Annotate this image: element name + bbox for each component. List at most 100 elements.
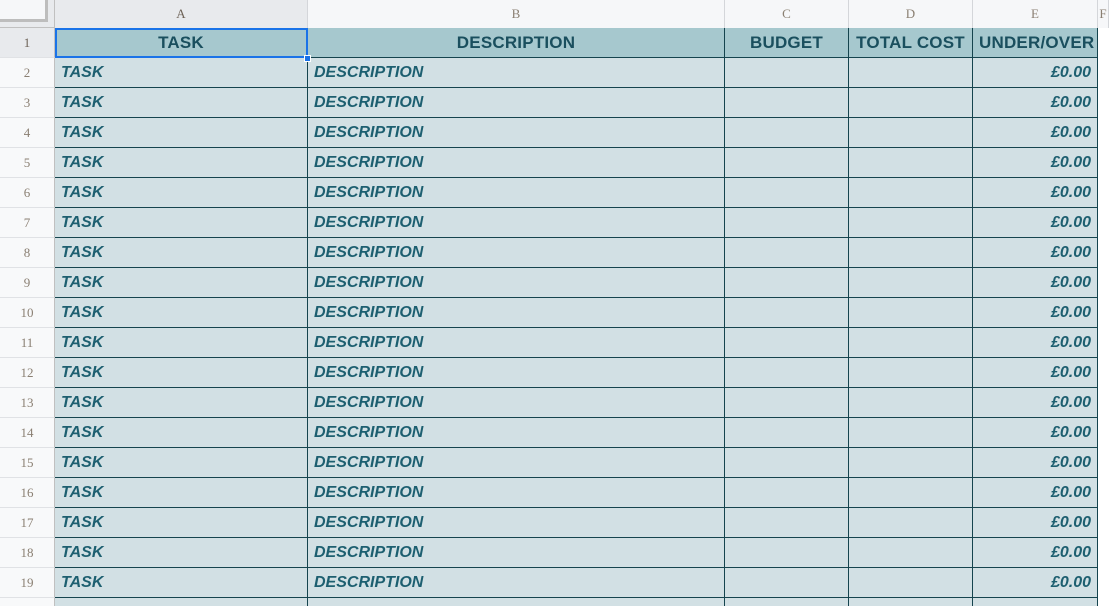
row-header-3[interactable]: 3: [0, 88, 55, 118]
row-header-16[interactable]: 16: [0, 478, 55, 508]
cell-A5[interactable]: TASK: [55, 148, 308, 178]
row-header-9[interactable]: 9: [0, 268, 55, 298]
column-header-b[interactable]: B: [308, 0, 725, 28]
cell-A7[interactable]: TASK: [55, 208, 308, 238]
header-cell-C1[interactable]: BUDGET: [725, 28, 849, 58]
cell-C2[interactable]: [725, 58, 849, 88]
cell-D3[interactable]: [849, 88, 973, 118]
cell-A3[interactable]: TASK: [55, 88, 308, 118]
cell-C9[interactable]: [725, 268, 849, 298]
cell-E19[interactable]: £0.00: [973, 568, 1098, 598]
cell-C11[interactable]: [725, 328, 849, 358]
column-header-a[interactable]: A: [55, 0, 308, 28]
row-header-17[interactable]: 17: [0, 508, 55, 538]
cell-A15[interactable]: TASK: [55, 448, 308, 478]
cell-A19[interactable]: TASK: [55, 568, 308, 598]
row-header-18[interactable]: 18: [0, 538, 55, 568]
row-header-7[interactable]: 7: [0, 208, 55, 238]
cell-B2[interactable]: DESCRIPTION: [308, 58, 725, 88]
cell-A18[interactable]: TASK: [55, 538, 308, 568]
cell-C12[interactable]: [725, 358, 849, 388]
column-header-d[interactable]: D: [849, 0, 973, 28]
cell-D7[interactable]: [849, 208, 973, 238]
column-header-c[interactable]: C: [725, 0, 849, 28]
cell-C5[interactable]: [725, 148, 849, 178]
cell-D20[interactable]: [849, 598, 973, 606]
cell-E7[interactable]: £0.00: [973, 208, 1098, 238]
column-header-f[interactable]: F: [1098, 0, 1109, 28]
header-cell-A1[interactable]: TASK: [55, 28, 308, 58]
row-header-13[interactable]: 13: [0, 388, 55, 418]
cell-A8[interactable]: TASK: [55, 238, 308, 268]
cell-A16[interactable]: TASK: [55, 478, 308, 508]
row-header-15[interactable]: 15: [0, 448, 55, 478]
cell-C19[interactable]: [725, 568, 849, 598]
header-cell-D1[interactable]: TOTAL COST: [849, 28, 973, 58]
cell-B10[interactable]: DESCRIPTION: [308, 298, 725, 328]
cell-A4[interactable]: TASK: [55, 118, 308, 148]
cell-D6[interactable]: [849, 178, 973, 208]
cell-D11[interactable]: [849, 328, 973, 358]
cell-A2[interactable]: TASK: [55, 58, 308, 88]
cell-C16[interactable]: [725, 478, 849, 508]
cell-E9[interactable]: £0.00: [973, 268, 1098, 298]
cell-C15[interactable]: [725, 448, 849, 478]
cell-C14[interactable]: [725, 418, 849, 448]
row-header-4[interactable]: 4: [0, 118, 55, 148]
cell-E20[interactable]: [973, 598, 1098, 606]
cell-A14[interactable]: TASK: [55, 418, 308, 448]
cell-A12[interactable]: TASK: [55, 358, 308, 388]
cell-D18[interactable]: [849, 538, 973, 568]
row-header-19[interactable]: 19: [0, 568, 55, 598]
cell-D19[interactable]: [849, 568, 973, 598]
cell-C8[interactable]: [725, 238, 849, 268]
cell-D12[interactable]: [849, 358, 973, 388]
cell-D15[interactable]: [849, 448, 973, 478]
select-all-corner[interactable]: [0, 0, 55, 28]
cell-E15[interactable]: £0.00: [973, 448, 1098, 478]
cell-C4[interactable]: [725, 118, 849, 148]
cell-B11[interactable]: DESCRIPTION: [308, 328, 725, 358]
row-header-12[interactable]: 12: [0, 358, 55, 388]
cell-B18[interactable]: DESCRIPTION: [308, 538, 725, 568]
cell-A20[interactable]: [55, 598, 308, 606]
cell-D17[interactable]: [849, 508, 973, 538]
cell-A13[interactable]: TASK: [55, 388, 308, 418]
cell-E11[interactable]: £0.00: [973, 328, 1098, 358]
cell-A17[interactable]: TASK: [55, 508, 308, 538]
row-header-11[interactable]: 11: [0, 328, 55, 358]
row-header-20[interactable]: [0, 598, 55, 606]
cell-B20[interactable]: [308, 598, 725, 606]
cell-B15[interactable]: DESCRIPTION: [308, 448, 725, 478]
cell-D10[interactable]: [849, 298, 973, 328]
cell-E6[interactable]: £0.00: [973, 178, 1098, 208]
cell-A10[interactable]: TASK: [55, 298, 308, 328]
column-header-e[interactable]: E: [973, 0, 1098, 28]
cell-B6[interactable]: DESCRIPTION: [308, 178, 725, 208]
row-header-14[interactable]: 14: [0, 418, 55, 448]
cell-B12[interactable]: DESCRIPTION: [308, 358, 725, 388]
cell-E14[interactable]: £0.00: [973, 418, 1098, 448]
cell-A11[interactable]: TASK: [55, 328, 308, 358]
cell-D13[interactable]: [849, 388, 973, 418]
cell-B14[interactable]: DESCRIPTION: [308, 418, 725, 448]
row-header-6[interactable]: 6: [0, 178, 55, 208]
cell-C7[interactable]: [725, 208, 849, 238]
cell-C18[interactable]: [725, 538, 849, 568]
row-header-2[interactable]: 2: [0, 58, 55, 88]
cell-E17[interactable]: £0.00: [973, 508, 1098, 538]
cell-D16[interactable]: [849, 478, 973, 508]
row-header-10[interactable]: 10: [0, 298, 55, 328]
header-cell-B1[interactable]: DESCRIPTION: [308, 28, 725, 58]
cell-C17[interactable]: [725, 508, 849, 538]
cell-E2[interactable]: £0.00: [973, 58, 1098, 88]
cell-E10[interactable]: £0.00: [973, 298, 1098, 328]
cell-E18[interactable]: £0.00: [973, 538, 1098, 568]
cell-E4[interactable]: £0.00: [973, 118, 1098, 148]
cell-E8[interactable]: £0.00: [973, 238, 1098, 268]
cell-E12[interactable]: £0.00: [973, 358, 1098, 388]
cell-A6[interactable]: TASK: [55, 178, 308, 208]
row-header-8[interactable]: 8: [0, 238, 55, 268]
header-cell-E1[interactable]: UNDER/OVER: [973, 28, 1098, 58]
cell-B5[interactable]: DESCRIPTION: [308, 148, 725, 178]
